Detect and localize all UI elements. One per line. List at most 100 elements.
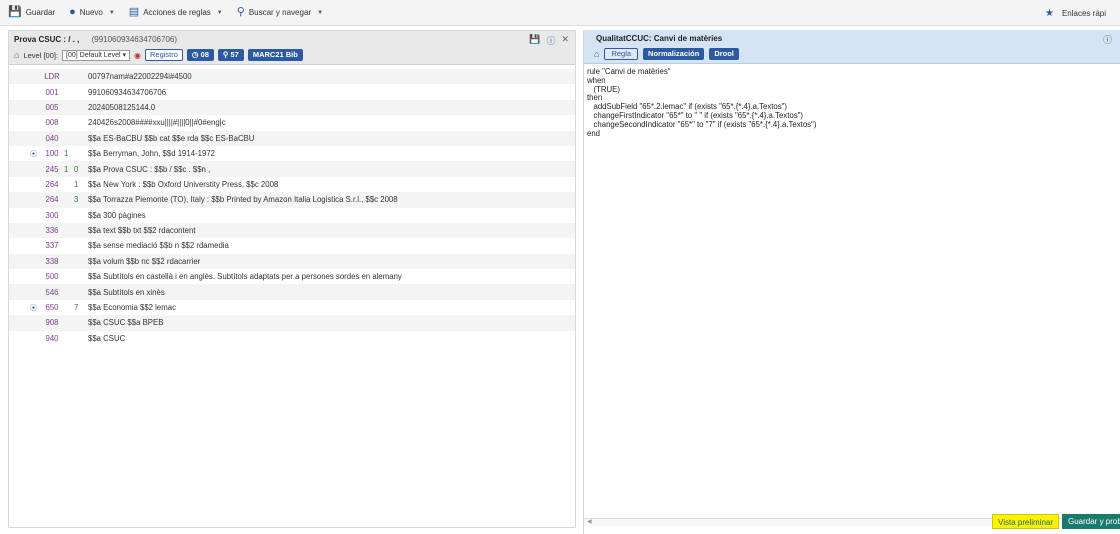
code-line: when bbox=[587, 75, 606, 85]
scroll-left-icon[interactable]: ◀ bbox=[587, 518, 592, 525]
quick-links-menu[interactable]: ★ Enlaces rápi bbox=[1045, 0, 1106, 26]
field-value: $$a 300 pàgines bbox=[88, 210, 146, 220]
record-title: Prova CSUC : / . , (991060934634706706) bbox=[14, 35, 178, 44]
record-id: (991060934634706706) bbox=[91, 35, 178, 44]
marc-tag: 264 bbox=[45, 195, 59, 205]
search-navigate-menu[interactable]: ⚲ Buscar y navegar ▼ bbox=[237, 7, 323, 18]
field-value: $$a CSUC $$a BPEB bbox=[88, 318, 164, 328]
indicator-2: 1 bbox=[74, 179, 79, 189]
marc-field-row[interactable]: 546 $$a Subtítols en xinès bbox=[9, 284, 575, 300]
field-value: 00797nam#a22002294i#4500 bbox=[88, 72, 192, 82]
code-line: rule "Canvi de matèries" bbox=[587, 67, 671, 76]
indicator-2: 0 bbox=[74, 164, 79, 174]
save-icon: 💾 bbox=[8, 6, 22, 18]
save-icon[interactable]: 💾 bbox=[529, 34, 540, 47]
tab-normalizacion[interactable]: Normalización bbox=[643, 48, 705, 60]
footer-actions: Vista preliminar Guardar y proba bbox=[992, 514, 1120, 529]
save-and-test-button[interactable]: Guardar y proba bbox=[1062, 514, 1120, 529]
field-value: 991060934634706706 bbox=[88, 87, 167, 97]
info-icon[interactable]: ⓘ bbox=[546, 34, 555, 47]
field-value: $$a Subtítols en xinès bbox=[88, 287, 165, 297]
info-icon[interactable]: ⓘ bbox=[1103, 33, 1112, 46]
indicator-1: 1 bbox=[64, 149, 69, 159]
marc-tag: 245 bbox=[45, 164, 59, 174]
marc-tag: 005 bbox=[45, 102, 59, 112]
marc-field-row[interactable]: 264 1 $$a New York : $$b Oxford Universtit… bbox=[9, 177, 575, 192]
field-value: $$a Torrazza Piemonte (TO), Italy : $$b … bbox=[88, 195, 398, 205]
marc-tag: 040 bbox=[45, 133, 59, 143]
caret-down-icon: ▼ bbox=[216, 9, 223, 16]
top-toolbar: 💾 Guardar ● Nuevo ▼ ▤ Acciones de reglas… bbox=[0, 0, 1120, 26]
field-value: $$a Prova CSUC : $$b / $$c . $$n , bbox=[88, 164, 211, 174]
record-pane: Prova CSUC : / . , (991060934634706706) … bbox=[8, 30, 576, 528]
record-header-icons: 💾 ⓘ ✕ bbox=[529, 34, 569, 47]
marc-field-row[interactable]: 336 $$a text $$b txt $$2 rdacontent bbox=[9, 222, 575, 239]
rule-header: QualitatCCUC: Canvi de matèries ⓘ ⌂ Regl… bbox=[584, 30, 1120, 64]
rule-pane: QualitatCCUC: Canvi de matèries ⓘ ⌂ Regl… bbox=[583, 30, 1120, 534]
registro-badge[interactable]: Registro bbox=[144, 49, 183, 61]
close-icon[interactable]: ✕ bbox=[561, 34, 569, 47]
plus-circle-icon: ● bbox=[69, 6, 76, 18]
marc-field-row[interactable]: ⦿ 650 7 $$a Economia $$2 lemac bbox=[9, 300, 575, 315]
field-value: $$a Economia $$2 lemac bbox=[88, 303, 176, 313]
marc-field-row[interactable]: 940 $$a CSUC bbox=[9, 331, 575, 346]
record-status-icon: ◉ bbox=[134, 50, 141, 60]
marc-tag: 264 bbox=[45, 179, 59, 189]
binoculars-icon[interactable]: ⦿ bbox=[30, 149, 37, 159]
marc-field-row[interactable]: 005 20240508125144.0 bbox=[9, 99, 575, 116]
level-select[interactable]: [00] Default Level ▾ bbox=[62, 49, 130, 61]
field-value: $$a New York : $$b Oxford Universtity Pr… bbox=[88, 179, 279, 189]
marc-field-row[interactable]: LDR 00797nam#a22002294i#4500 bbox=[9, 69, 575, 85]
marc-field-row[interactable]: 337 $$a sense mediació $$b n $$2 rdamedia bbox=[9, 238, 575, 253]
field-value: $$a text $$b txt $$2 rdacontent bbox=[88, 226, 196, 236]
field-value: $$a ES-BaCBU $$b cat $$e rda $$c ES-BaCB… bbox=[88, 133, 255, 143]
marc-tag: 908 bbox=[45, 318, 59, 328]
marc-field-row[interactable]: 908 $$a CSUC $$a BPEB bbox=[9, 315, 575, 331]
binoculars-icon[interactable]: ⦿ bbox=[30, 303, 37, 313]
marc-field-row[interactable]: 040 $$a ES-BaCBU $$b cat $$e rda $$c ES-B… bbox=[9, 130, 575, 146]
field-value: 240426s2008####xxu||||#||||0||#0#eng|c bbox=[88, 118, 226, 128]
marc-tag: 650 bbox=[45, 303, 59, 313]
preview-button[interactable]: Vista preliminar bbox=[992, 514, 1059, 529]
field-value: $$a volum $$b nc $$2 rdacarrier bbox=[88, 256, 201, 266]
marc-field-list: LDR 00797nam#a22002294i#4500 001 9910609346… bbox=[9, 69, 575, 346]
field-value: $$a Berryman, John, $$d 1914-1972 bbox=[88, 149, 216, 159]
rules-icon: ▤ bbox=[128, 6, 140, 18]
marc-tag: 940 bbox=[45, 333, 59, 343]
marc-field-row[interactable]: 001 991060934634706706 bbox=[9, 84, 575, 99]
marc-tag: LDR bbox=[44, 72, 60, 82]
marc-field-row[interactable]: 008 240426s2008####xxu||||#||||0||#0#eng|… bbox=[9, 115, 575, 130]
speed-count-badge[interactable]: ◷ 08 bbox=[186, 49, 214, 61]
format-badge[interactable]: MARC21 Bib bbox=[247, 49, 303, 61]
record-header: Prova CSUC : / . , (991060934634706706) … bbox=[9, 31, 575, 65]
new-menu-button[interactable]: ● Nuevo ▼ bbox=[69, 7, 115, 18]
indicator-2: 7 bbox=[74, 303, 79, 313]
code-line: changeSecondIndicator "65*" to "7" if (e… bbox=[587, 119, 817, 129]
marc-tag: 338 bbox=[45, 256, 59, 266]
marc-field-row[interactable]: ⦿ 100 1 $$a Berryman, John, $$d 1914-1972 bbox=[9, 146, 575, 161]
home-icon[interactable]: ⌂ bbox=[14, 50, 19, 60]
tab-regla[interactable]: Regla bbox=[604, 48, 639, 60]
code-line: end bbox=[587, 128, 601, 138]
marc-field-row[interactable]: 264 3 $$a Torrazza Piemonte (TO), Italy : … bbox=[9, 192, 575, 208]
marc-tag: 300 bbox=[45, 210, 59, 220]
marc-tag: 337 bbox=[45, 241, 59, 251]
code-line: (TRUE) bbox=[587, 84, 620, 94]
marc-field-row[interactable]: 500 $$a Subtítols en castellà i en anglès… bbox=[9, 269, 575, 284]
save-button[interactable]: 💾 Guardar bbox=[8, 7, 55, 18]
marc-tag: 546 bbox=[45, 287, 59, 297]
rule-tabs: ⌂ Regla Normalización Drool bbox=[594, 48, 739, 60]
rule-code-editor[interactable]: rule "Canvi de matèries" when (TRUE) then … bbox=[584, 66, 1120, 526]
marc-field-row[interactable]: 245 1 0 $$a Prova CSUC : $$b / $$c . $$n , bbox=[9, 161, 575, 177]
star-icon: ★ bbox=[1045, 7, 1054, 19]
home-icon[interactable]: ⌂ bbox=[594, 49, 599, 59]
location-count-badge[interactable]: ⚲ 57 bbox=[217, 49, 244, 61]
record-meta-row: ⌂ Level [00]: [00] Default Level ▾ ◉ Reg… bbox=[14, 49, 303, 61]
marc-tag: 008 bbox=[45, 118, 59, 128]
field-value: 20240508125144.0 bbox=[88, 102, 156, 112]
tab-drool[interactable]: Drool bbox=[709, 48, 739, 60]
rule-actions-menu[interactable]: ▤ Acciones de reglas ▼ bbox=[129, 7, 223, 18]
indicator-1: 1 bbox=[64, 164, 69, 174]
marc-field-row[interactable]: 300 $$a 300 pàgines bbox=[9, 208, 575, 223]
marc-field-row[interactable]: 338 $$a volum $$b nc $$2 rdacarrier bbox=[9, 253, 575, 270]
